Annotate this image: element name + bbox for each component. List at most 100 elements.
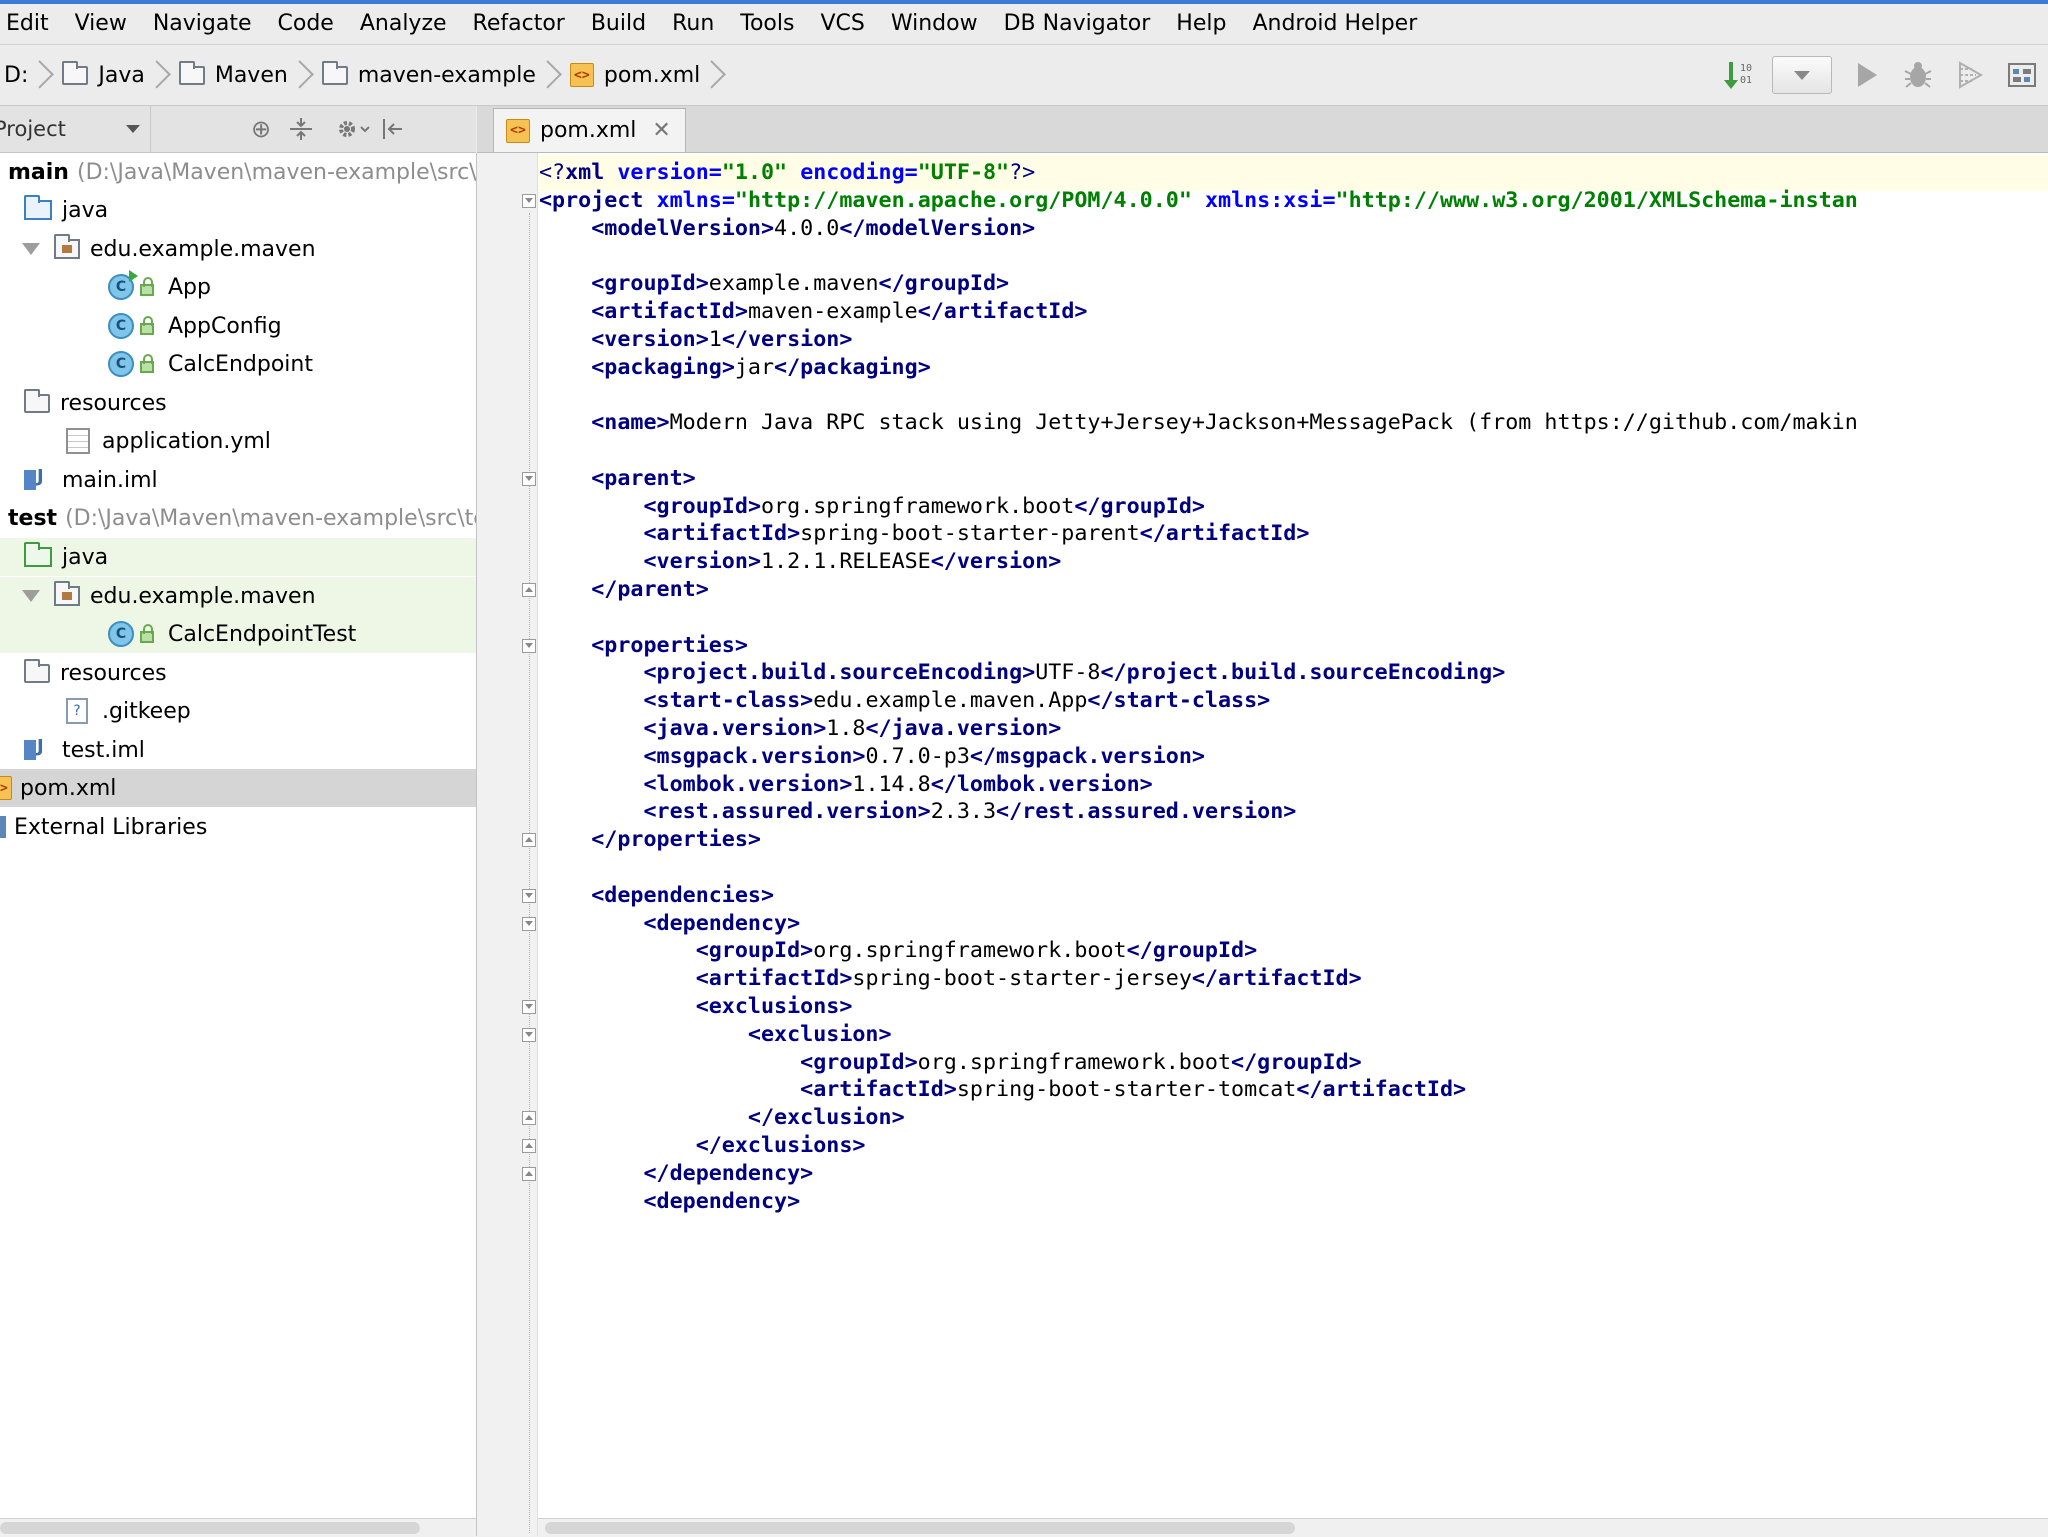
project-horizontal-scrollbar[interactable] bbox=[0, 1518, 476, 1537]
menu-help[interactable]: Help bbox=[1163, 4, 1239, 44]
tree-item-resources[interactable]: resources bbox=[0, 654, 476, 692]
tree-item-label: CalcEndpoint bbox=[168, 351, 313, 377]
tree-item-calcendpoint[interactable]: C CalcEndpoint bbox=[0, 345, 476, 383]
folder-icon bbox=[24, 388, 50, 413]
tree-item-test-iml[interactable]: test.iml bbox=[0, 731, 476, 769]
tree-item-edu-example-maven[interactable]: edu.example.maven bbox=[0, 577, 476, 615]
class-icon: C bbox=[108, 313, 134, 339]
tree-item-calcendpointtest[interactable]: C CalcEndpointTest bbox=[0, 615, 476, 653]
tree-item-main-iml[interactable]: main.iml bbox=[0, 461, 476, 499]
tree-item-label: test.iml bbox=[62, 737, 145, 763]
source-folder-icon bbox=[24, 195, 52, 220]
project-view-label: Project bbox=[0, 117, 66, 141]
yml-file-icon bbox=[66, 428, 90, 454]
editor-horizontal-scrollbar[interactable] bbox=[477, 1518, 2048, 1537]
package-icon bbox=[54, 234, 80, 259]
menu-edit[interactable]: Edit bbox=[0, 4, 62, 44]
menu-android-helper[interactable]: Android Helper bbox=[1239, 4, 1430, 44]
code-editor[interactable]: <?xml version="1.0" encoding="UTF-8"?> <p… bbox=[477, 153, 2048, 1536]
tree-item-test[interactable]: test (D:\Java\Maven\maven-example\src\te bbox=[0, 499, 476, 537]
fold-end-icon[interactable] bbox=[522, 833, 536, 848]
breadcrumb-separator-icon bbox=[151, 55, 165, 95]
tree-item-pom-xml[interactable]: <> pom.xml bbox=[0, 769, 476, 807]
iml-file-icon bbox=[24, 736, 50, 762]
tree-item-gitkeep[interactable]: ? .gitkeep bbox=[0, 692, 476, 730]
menu-window[interactable]: Window bbox=[878, 4, 991, 44]
tree-item-main[interactable]: main (D:\Java\Maven\maven-example\src\m bbox=[0, 153, 476, 191]
make-project-icon[interactable]: 10 01 bbox=[1716, 53, 1760, 97]
tab-pom-xml[interactable]: <> pom.xml ✕ bbox=[493, 108, 686, 152]
menu-tools[interactable]: Tools bbox=[727, 4, 807, 44]
access-lock-icon bbox=[140, 277, 154, 296]
fold-collapse-icon[interactable] bbox=[522, 471, 536, 486]
close-icon[interactable]: ✕ bbox=[652, 118, 670, 143]
tree-item-label: resources bbox=[60, 390, 167, 416]
menu-refactor[interactable]: Refactor bbox=[460, 4, 578, 44]
code-line: <packaging>jar</packaging> bbox=[591, 354, 931, 380]
coverage-icon[interactable] bbox=[1948, 53, 1992, 97]
gear-icon[interactable] bbox=[333, 109, 373, 149]
tree-item-java[interactable]: java bbox=[0, 191, 476, 229]
tree-item-label: pom.xml bbox=[20, 775, 117, 801]
code-line: <name>Modern Java RPC stack using Jetty+… bbox=[591, 410, 1858, 436]
menu-navigate[interactable]: Navigate bbox=[140, 4, 265, 44]
project-panel-header: Project ⊕ bbox=[0, 106, 476, 153]
breadcrumb-separator-icon bbox=[542, 55, 556, 95]
fold-collapse-icon[interactable] bbox=[522, 888, 536, 903]
run-icon[interactable] bbox=[1844, 53, 1888, 97]
menu-analyze[interactable]: Analyze bbox=[347, 4, 460, 44]
expand-arrow-icon[interactable] bbox=[22, 590, 40, 602]
menu-vcs[interactable]: VCS bbox=[807, 4, 877, 44]
tree-item-label: CalcEndpointTest bbox=[168, 621, 357, 647]
breadcrumb-drive[interactable]: D: bbox=[0, 53, 58, 97]
tree-item-application-yml[interactable]: application.yml bbox=[0, 422, 476, 460]
breadcrumb-separator-icon bbox=[706, 55, 720, 95]
folder-icon bbox=[62, 60, 89, 85]
folder-icon bbox=[321, 60, 348, 85]
breadcrumb-maven[interactable]: Maven bbox=[175, 53, 318, 97]
fold-collapse-icon[interactable] bbox=[522, 1000, 536, 1014]
project-view-selector[interactable]: Project bbox=[0, 106, 151, 152]
scroll-from-source-icon[interactable]: ⊕ bbox=[241, 109, 281, 149]
tree-item-edu-example-maven[interactable]: edu.example.maven bbox=[0, 230, 476, 268]
collapse-all-icon[interactable] bbox=[281, 109, 321, 149]
tree-item-resources[interactable]: resources bbox=[0, 384, 476, 422]
tree-item-label: AppConfig bbox=[168, 313, 282, 339]
menu-db-navigator[interactable]: DB Navigator bbox=[991, 4, 1164, 44]
folder-icon bbox=[178, 60, 205, 85]
tree-item-app[interactable]: C App bbox=[0, 268, 476, 306]
menu-run[interactable]: Run bbox=[659, 4, 727, 44]
hide-panel-icon[interactable] bbox=[373, 109, 413, 149]
tree-item-label: .gitkeep bbox=[102, 698, 191, 724]
tree-item-appconfig[interactable]: C AppConfig bbox=[0, 307, 476, 345]
fold-end-icon[interactable] bbox=[522, 1111, 536, 1126]
tree-item-external-libraries[interactable]: External Libraries bbox=[0, 808, 476, 846]
tree-item-java[interactable]: java bbox=[0, 538, 476, 576]
fold-collapse-icon[interactable] bbox=[522, 1027, 536, 1042]
fold-collapse-icon[interactable] bbox=[522, 916, 536, 931]
debug-icon[interactable] bbox=[1896, 53, 1940, 97]
breadcrumb-pom-xml[interactable]: <> pom.xml bbox=[566, 53, 730, 97]
access-lock-icon bbox=[140, 624, 154, 643]
breadcrumb-java[interactable]: Java bbox=[58, 53, 174, 97]
project-structure-icon[interactable] bbox=[2000, 53, 2044, 97]
tree-item-label: main.iml bbox=[62, 467, 158, 493]
breadcrumb-maven-example[interactable]: maven-example bbox=[318, 53, 566, 97]
menu-code[interactable]: Code bbox=[265, 4, 347, 44]
fold-collapse-icon[interactable] bbox=[522, 193, 536, 208]
tree-item-label: resources bbox=[60, 660, 167, 686]
iml-file-icon bbox=[24, 466, 50, 492]
editor-tab-bar: <> pom.xml ✕ bbox=[477, 106, 2048, 153]
menu-build[interactable]: Build bbox=[578, 4, 659, 44]
expand-arrow-icon[interactable] bbox=[22, 243, 40, 255]
run-config-dropdown[interactable] bbox=[1772, 56, 1832, 94]
fold-end-icon[interactable] bbox=[522, 1139, 536, 1153]
tree-item-label: test bbox=[8, 505, 58, 531]
fold-end-icon[interactable] bbox=[522, 583, 536, 597]
fold-end-icon[interactable] bbox=[522, 1166, 536, 1181]
chevron-down-icon bbox=[126, 125, 140, 133]
package-icon bbox=[54, 581, 80, 606]
menu-view[interactable]: View bbox=[62, 4, 140, 44]
tree-item-path: (D:\Java\Maven\maven-example\src\te bbox=[65, 505, 477, 531]
fold-collapse-icon[interactable] bbox=[522, 638, 536, 653]
